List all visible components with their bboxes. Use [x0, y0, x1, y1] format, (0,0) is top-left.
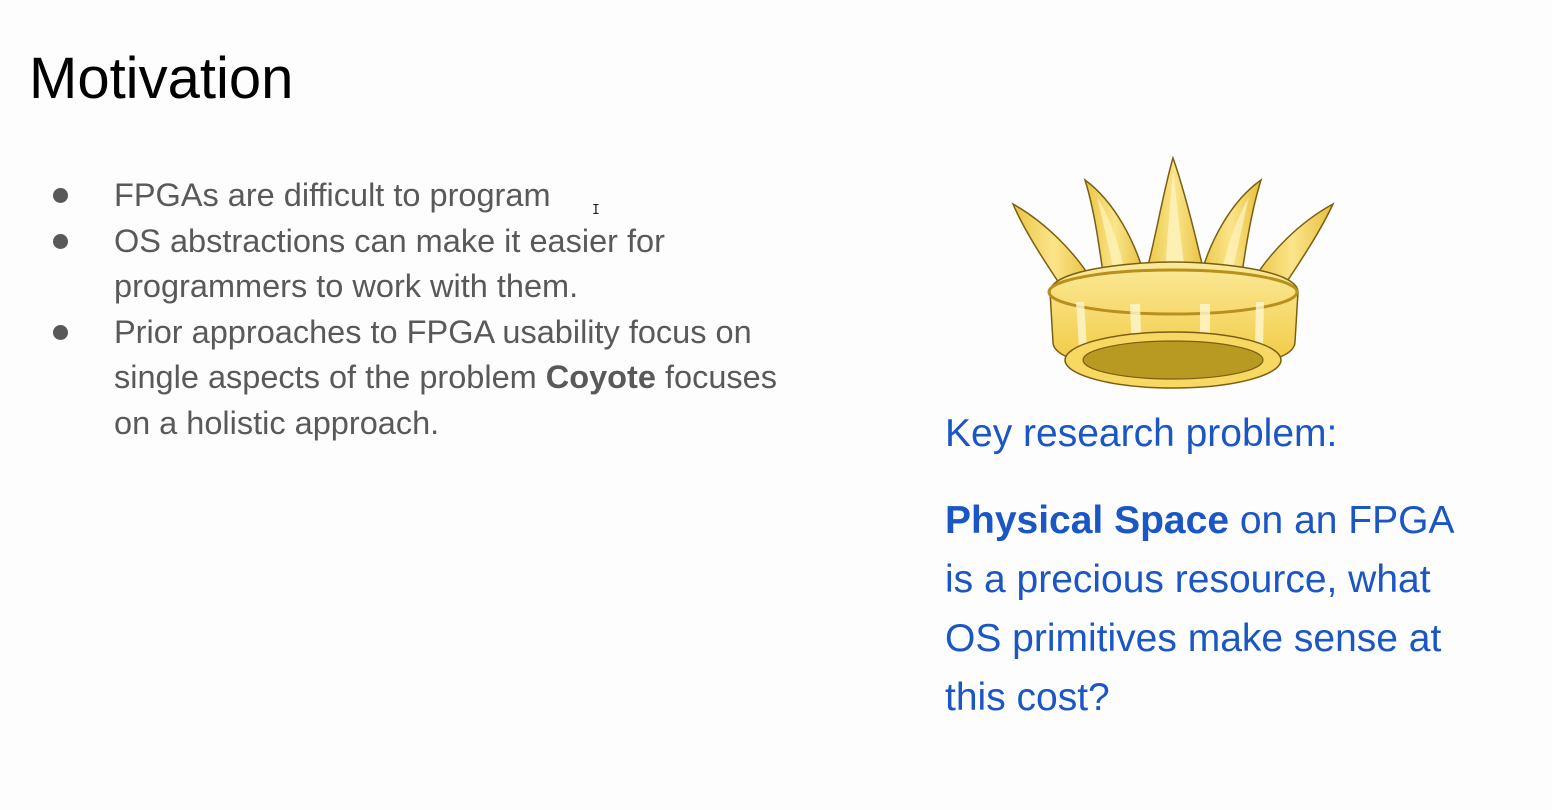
key-research-bold: Physical Space — [945, 499, 1230, 542]
bullet-item: OS abstractions can make it easier for p… — [50, 219, 810, 310]
bullet-item: Prior approaches to FPGA usability focus… — [50, 310, 810, 447]
crown-icon — [1011, 155, 1335, 389]
bullet-text: FPGAs are difficult to program — [114, 177, 551, 213]
bullet-text: OS abstractions can make it easier for p… — [114, 222, 665, 305]
bullet-list: FPGAs are difficult to program OS abstra… — [50, 173, 810, 446]
slide: Motivation FPGAs are difficult to progra… — [0, 0, 1552, 810]
key-research-text: Physical Space on an FPGA is a precious … — [945, 491, 1465, 727]
key-research-heading: Key research problem: — [945, 412, 1338, 455]
bullet-dot-icon — [53, 188, 68, 203]
bullet-text-bold: Coyote — [545, 359, 656, 395]
bullet-item: FPGAs are difficult to program — [50, 173, 810, 219]
bullet-dot-icon — [53, 233, 68, 249]
slide-title: Motivation — [29, 46, 294, 111]
text-cursor-icon: I — [592, 203, 600, 218]
bullet-dot-icon — [53, 324, 68, 340]
